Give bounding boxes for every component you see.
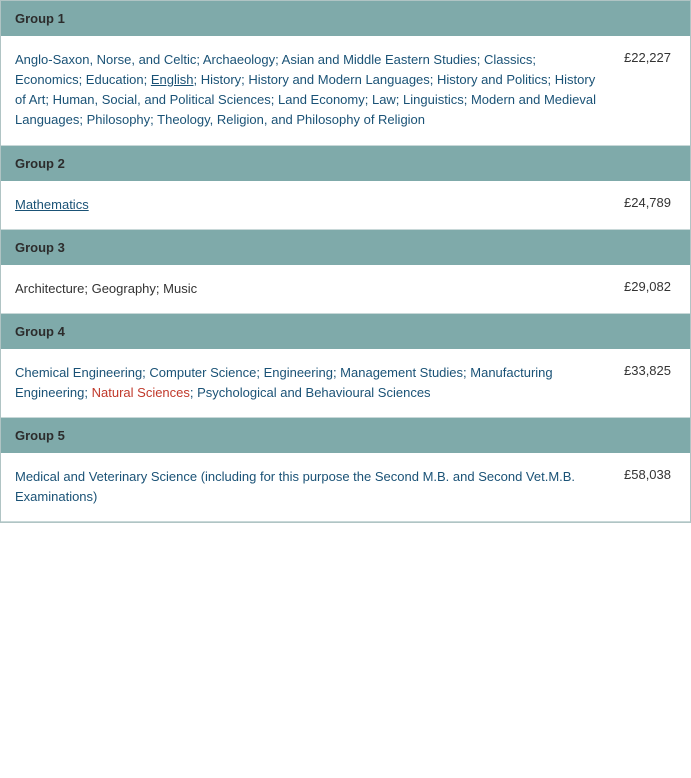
group-4-subjects: Chemical Engineering; Computer Science; … bbox=[1, 349, 610, 418]
group-2-subjects: Mathematics bbox=[1, 181, 610, 230]
group-4-header: Group 4 bbox=[1, 313, 690, 349]
group-1-header: Group 1 bbox=[1, 1, 690, 36]
group-5-fee: £58,038 bbox=[610, 453, 690, 522]
group-1-fee: £22,227 bbox=[610, 36, 690, 145]
group-3-header: Group 3 bbox=[1, 229, 690, 265]
group-3-fee: £29,082 bbox=[610, 265, 690, 314]
group-1-row: Anglo-Saxon, Norse, and Celtic; Archaeol… bbox=[1, 36, 690, 145]
group-2-header: Group 2 bbox=[1, 145, 690, 181]
group-2-fee: £24,789 bbox=[610, 181, 690, 230]
group-1-english-link[interactable]: English bbox=[151, 72, 194, 87]
group-5-subjects: Medical and Veterinary Science (includin… bbox=[1, 453, 610, 522]
fee-table: Group 1 Anglo-Saxon, Norse, and Celtic; … bbox=[0, 0, 691, 523]
group-2-mathematics-link[interactable]: Mathematics bbox=[15, 197, 89, 212]
group-5-label: Group 5 bbox=[1, 418, 690, 454]
group-4-row: Chemical Engineering; Computer Science; … bbox=[1, 349, 690, 418]
group-4-fee: £33,825 bbox=[610, 349, 690, 418]
group-5-row: Medical and Veterinary Science (includin… bbox=[1, 453, 690, 522]
group-3-label: Group 3 bbox=[1, 229, 690, 265]
group-2-label: Group 2 bbox=[1, 145, 690, 181]
group-5-header: Group 5 bbox=[1, 418, 690, 454]
group-3-row: Architecture; Geography; Music £29,082 bbox=[1, 265, 690, 314]
group-4-label: Group 4 bbox=[1, 313, 690, 349]
group-1-subjects: Anglo-Saxon, Norse, and Celtic; Archaeol… bbox=[1, 36, 610, 145]
group-2-row: Mathematics £24,789 bbox=[1, 181, 690, 230]
group-3-subjects: Architecture; Geography; Music bbox=[1, 265, 610, 314]
group-1-label: Group 1 bbox=[1, 1, 690, 36]
